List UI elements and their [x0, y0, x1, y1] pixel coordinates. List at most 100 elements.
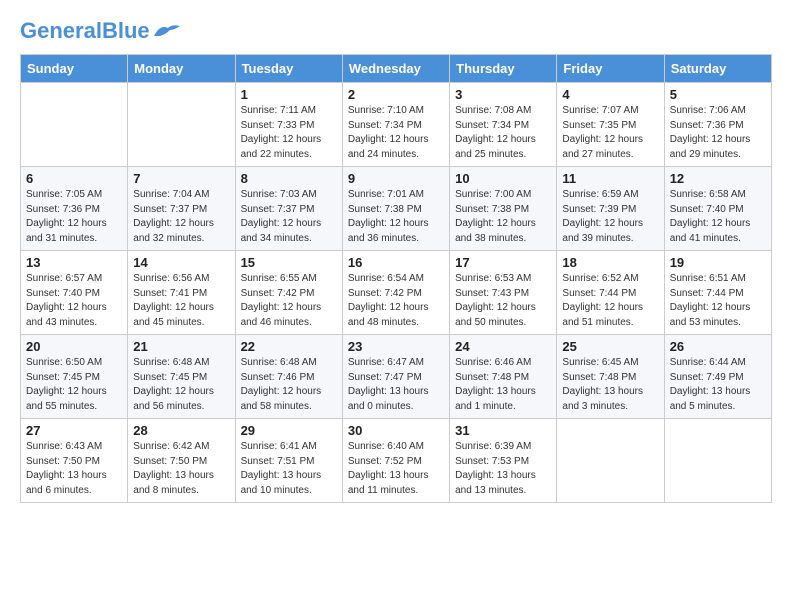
day-info: Sunrise: 6:51 AMSunset: 7:44 PMDaylight:… [670, 272, 766, 330]
calendar-cell: 15 Sunrise: 6:55 AMSunset: 7:42 PMDayligh… [235, 251, 342, 335]
logo-blue: Blue [102, 18, 150, 43]
calendar-cell: 21 Sunrise: 6:48 AMSunset: 7:45 PMDayligh… [128, 335, 235, 419]
calendar-table: SundayMondayTuesdayWednesdayThursdayFrid… [20, 54, 772, 503]
calendar-cell: 31 Sunrise: 6:39 AMSunset: 7:53 PMDayligh… [450, 419, 557, 503]
day-info: Sunrise: 6:43 AMSunset: 7:50 PMDaylight:… [26, 440, 122, 498]
day-info: Sunrise: 6:46 AMSunset: 7:48 PMDaylight:… [455, 356, 551, 414]
day-number: 19 [670, 255, 766, 270]
calendar-cell: 25 Sunrise: 6:45 AMSunset: 7:48 PMDayligh… [557, 335, 664, 419]
calendar-cell: 13 Sunrise: 6:57 AMSunset: 7:40 PMDayligh… [21, 251, 128, 335]
calendar-week-5: 27Sunrise: 6:43 AMSunset: 7:50 PMDayligh… [21, 419, 772, 503]
day-info: Sunrise: 6:54 AMSunset: 7:42 PMDaylight:… [348, 272, 444, 330]
day-number: 11 [562, 171, 658, 186]
day-number: 7 [133, 171, 229, 186]
calendar-cell: 24Sunrise: 6:46 AMSunset: 7:48 PMDayligh… [450, 335, 557, 419]
weekday-tuesday: Tuesday [235, 55, 342, 83]
weekday-sunday: Sunday [21, 55, 128, 83]
calendar-week-4: 20 Sunrise: 6:50 AMSunset: 7:45 PMDayligh… [21, 335, 772, 419]
day-number: 10 [455, 171, 551, 186]
day-info: Sunrise: 6:58 AMSunset: 7:40 PMDaylight:… [670, 188, 766, 246]
day-number: 29 [241, 423, 337, 438]
calendar-week-2: 6Sunrise: 7:05 AMSunset: 7:36 PMDaylight… [21, 167, 772, 251]
calendar-cell: 27Sunrise: 6:43 AMSunset: 7:50 PMDayligh… [21, 419, 128, 503]
day-number: 12 [670, 171, 766, 186]
day-info: Sunrise: 7:07 AMSunset: 7:35 PMDaylight:… [562, 104, 658, 162]
calendar-cell: 29 Sunrise: 6:41 AMSunset: 7:51 PMDayligh… [235, 419, 342, 503]
day-info: Sunrise: 7:10 AMSunset: 7:34 PMDaylight:… [348, 104, 444, 162]
calendar-cell: 19 Sunrise: 6:51 AMSunset: 7:44 PMDayligh… [664, 251, 771, 335]
day-info: Sunrise: 7:03 AMSunset: 7:37 PMDaylight:… [241, 188, 337, 246]
calendar-cell: 6Sunrise: 7:05 AMSunset: 7:36 PMDaylight… [21, 167, 128, 251]
day-number: 4 [562, 87, 658, 102]
day-info: Sunrise: 6:50 AMSunset: 7:45 PMDaylight:… [26, 356, 122, 414]
day-number: 16 [348, 255, 444, 270]
day-info: Sunrise: 6:48 AMSunset: 7:46 PMDaylight:… [241, 356, 337, 414]
day-number: 6 [26, 171, 122, 186]
calendar-cell: 10 Sunrise: 7:00 AMSunset: 7:38 PMDayligh… [450, 167, 557, 251]
day-info: Sunrise: 7:08 AMSunset: 7:34 PMDaylight:… [455, 104, 551, 162]
day-info: Sunrise: 6:56 AMSunset: 7:41 PMDaylight:… [133, 272, 229, 330]
logo: GeneralBlue [20, 20, 182, 42]
calendar-cell: 28 Sunrise: 6:42 AMSunset: 7:50 PMDayligh… [128, 419, 235, 503]
calendar-cell: 1 Sunrise: 7:11 AMSunset: 7:33 PMDaylight… [235, 83, 342, 167]
day-info: Sunrise: 7:04 AMSunset: 7:37 PMDaylight:… [133, 188, 229, 246]
calendar-cell [128, 83, 235, 167]
calendar-cell [21, 83, 128, 167]
day-number: 21 [133, 339, 229, 354]
day-number: 25 [562, 339, 658, 354]
weekday-monday: Monday [128, 55, 235, 83]
calendar-cell: 23Sunrise: 6:47 AMSunset: 7:47 PMDayligh… [342, 335, 449, 419]
day-info: Sunrise: 6:47 AMSunset: 7:47 PMDaylight:… [348, 356, 444, 414]
day-info: Sunrise: 6:55 AMSunset: 7:42 PMDaylight:… [241, 272, 337, 330]
day-info: Sunrise: 7:11 AMSunset: 7:33 PMDaylight:… [241, 104, 337, 162]
day-info: Sunrise: 7:06 AMSunset: 7:36 PMDaylight:… [670, 104, 766, 162]
day-info: Sunrise: 6:45 AMSunset: 7:48 PMDaylight:… [562, 356, 658, 414]
calendar-cell [664, 419, 771, 503]
header: GeneralBlue [20, 20, 772, 42]
day-number: 15 [241, 255, 337, 270]
day-number: 28 [133, 423, 229, 438]
day-number: 31 [455, 423, 551, 438]
day-info: Sunrise: 6:40 AMSunset: 7:52 PMDaylight:… [348, 440, 444, 498]
calendar-cell: 22 Sunrise: 6:48 AMSunset: 7:46 PMDayligh… [235, 335, 342, 419]
calendar-cell: 4 Sunrise: 7:07 AMSunset: 7:35 PMDaylight… [557, 83, 664, 167]
calendar-cell: 9Sunrise: 7:01 AMSunset: 7:38 PMDaylight… [342, 167, 449, 251]
calendar-cell: 3Sunrise: 7:08 AMSunset: 7:34 PMDaylight… [450, 83, 557, 167]
day-info: Sunrise: 6:41 AMSunset: 7:51 PMDaylight:… [241, 440, 337, 498]
day-number: 8 [241, 171, 337, 186]
day-info: Sunrise: 6:53 AMSunset: 7:43 PMDaylight:… [455, 272, 551, 330]
day-number: 13 [26, 255, 122, 270]
calendar-cell: 2 Sunrise: 7:10 AMSunset: 7:34 PMDaylight… [342, 83, 449, 167]
calendar-cell: 30Sunrise: 6:40 AMSunset: 7:52 PMDayligh… [342, 419, 449, 503]
calendar-cell: 14 Sunrise: 6:56 AMSunset: 7:41 PMDayligh… [128, 251, 235, 335]
day-number: 1 [241, 87, 337, 102]
calendar-cell: 17Sunrise: 6:53 AMSunset: 7:43 PMDayligh… [450, 251, 557, 335]
calendar-cell: 12 Sunrise: 6:58 AMSunset: 7:40 PMDayligh… [664, 167, 771, 251]
day-info: Sunrise: 6:52 AMSunset: 7:44 PMDaylight:… [562, 272, 658, 330]
day-number: 18 [562, 255, 658, 270]
calendar-cell: 16 Sunrise: 6:54 AMSunset: 7:42 PMDayligh… [342, 251, 449, 335]
logo-bird-icon [152, 22, 182, 40]
day-number: 22 [241, 339, 337, 354]
calendar-cell: 5 Sunrise: 7:06 AMSunset: 7:36 PMDaylight… [664, 83, 771, 167]
calendar-cell: 11 Sunrise: 6:59 AMSunset: 7:39 PMDayligh… [557, 167, 664, 251]
day-number: 14 [133, 255, 229, 270]
day-number: 26 [670, 339, 766, 354]
day-number: 2 [348, 87, 444, 102]
calendar-cell: 7 Sunrise: 7:04 AMSunset: 7:37 PMDaylight… [128, 167, 235, 251]
calendar-cell: 20 Sunrise: 6:50 AMSunset: 7:45 PMDayligh… [21, 335, 128, 419]
day-number: 5 [670, 87, 766, 102]
weekday-wednesday: Wednesday [342, 55, 449, 83]
day-info: Sunrise: 6:48 AMSunset: 7:45 PMDaylight:… [133, 356, 229, 414]
day-number: 20 [26, 339, 122, 354]
calendar-week-3: 13 Sunrise: 6:57 AMSunset: 7:40 PMDayligh… [21, 251, 772, 335]
day-info: Sunrise: 6:42 AMSunset: 7:50 PMDaylight:… [133, 440, 229, 498]
calendar-week-1: 1 Sunrise: 7:11 AMSunset: 7:33 PMDaylight… [21, 83, 772, 167]
day-info: Sunrise: 7:00 AMSunset: 7:38 PMDaylight:… [455, 188, 551, 246]
day-info: Sunrise: 6:39 AMSunset: 7:53 PMDaylight:… [455, 440, 551, 498]
weekday-friday: Friday [557, 55, 664, 83]
day-info: Sunrise: 6:57 AMSunset: 7:40 PMDaylight:… [26, 272, 122, 330]
calendar-cell [557, 419, 664, 503]
day-info: Sunrise: 7:01 AMSunset: 7:38 PMDaylight:… [348, 188, 444, 246]
day-info: Sunrise: 6:59 AMSunset: 7:39 PMDaylight:… [562, 188, 658, 246]
